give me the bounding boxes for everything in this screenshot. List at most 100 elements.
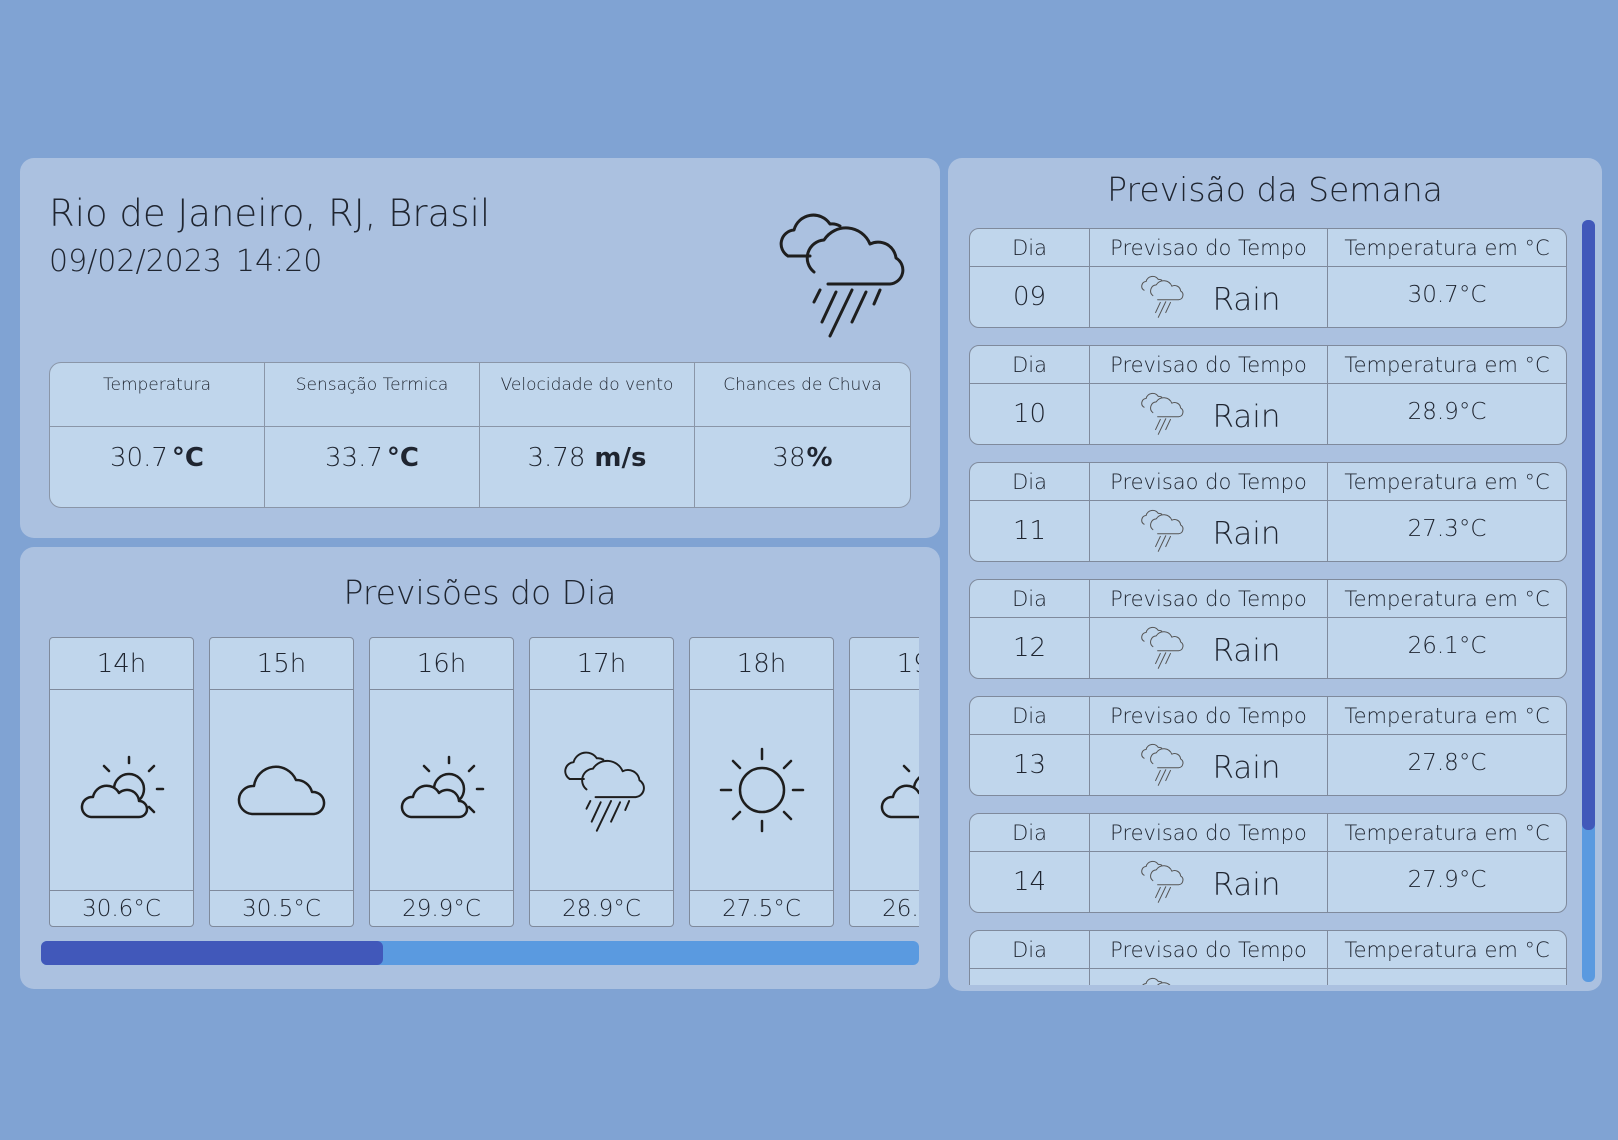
stat-label-wind-speed: Velocidade do vento: [480, 363, 695, 427]
day-temp: 27.3°C: [1407, 516, 1487, 542]
hour-temp: 26.1°C: [850, 890, 919, 926]
day-number: 15: [970, 969, 1090, 985]
day-row: Dia Previsao do Tempo Temperatura em °C 10 R…: [969, 345, 1567, 445]
col-header-temp: Temperatura em °C: [1328, 463, 1566, 501]
current-time: 14:20: [235, 244, 323, 279]
col-header-forecast: Previsao do Tempo: [1090, 931, 1328, 969]
day-condition: Rain: [1090, 384, 1328, 444]
stat-value-temperature: 30.7 °C: [50, 427, 265, 507]
col-header-forecast: Previsao do Tempo: [1090, 814, 1328, 852]
rain-icon: [1136, 625, 1186, 677]
col-header-temp: Temperatura em °C: [1328, 229, 1566, 267]
col-header-forecast: Previsao do Tempo: [1090, 346, 1328, 384]
rain-icon: [1136, 391, 1186, 443]
day-temp: 27.9°C: [1407, 867, 1487, 893]
hour-card: 18h 27.5°C: [689, 637, 834, 927]
current-weather-panel: Rio de Janeiro, RJ, Brasil 09/02/2023 14:…: [20, 158, 940, 538]
condition-label: Rain: [1212, 750, 1281, 786]
sun-icon: [690, 690, 833, 890]
col-header-temp: Temperatura em °C: [1328, 346, 1566, 384]
hour-time: 14h: [50, 638, 193, 690]
day-temp: 26.9°C: [1328, 969, 1566, 985]
day-row: Dia Previsao do Tempo Temperatura em °C 09 R…: [969, 228, 1567, 328]
day-number: 10: [970, 384, 1090, 444]
rain-icon: [1136, 742, 1186, 794]
day-row: Dia Previsao do Tempo Temperatura em °C 11 R…: [969, 462, 1567, 562]
condition-label: Rain: [1212, 867, 1281, 903]
col-header-forecast: Previsao do Tempo: [1090, 580, 1328, 618]
current-stats-table: Temperatura Sensação Termica Velocidade …: [49, 362, 911, 508]
stat-value-wind-speed: 3.78 m/s: [480, 427, 695, 507]
day-condition: Rain: [1090, 501, 1328, 561]
current-date: 09/02/2023: [49, 244, 222, 279]
col-header-day: Dia: [970, 931, 1090, 969]
cloud-icon: [210, 690, 353, 890]
condition-label: Rain: [1212, 282, 1281, 318]
condition-label: Rain: [1212, 399, 1281, 435]
hourly-scroll-area[interactable]: 14h 30.6°C 15h 30.5°C 16h 29.9°C 17h 28.9°C 18h 2…: [49, 637, 919, 929]
rain-icon: [1136, 508, 1186, 560]
col-header-day: Dia: [970, 463, 1090, 501]
condition-label: Rain: [1212, 984, 1280, 985]
hour-temp: 28.9°C: [530, 890, 673, 926]
day-number: 13: [970, 735, 1090, 795]
rain-icon: [1136, 859, 1186, 911]
stat-value-rain-chance: 38%: [772, 443, 833, 473]
day-number: 09: [970, 267, 1090, 327]
weekly-scrollbar[interactable]: [1582, 220, 1595, 982]
col-header-temp: Temperatura em °C: [1328, 814, 1566, 852]
condition-label: Rain: [1212, 633, 1281, 669]
partly-cloudy-icon: [370, 690, 513, 890]
col-header-day: Dia: [970, 580, 1090, 618]
stat-label-rain-chance: Chances de Chuva: [695, 363, 910, 427]
col-header-temp: Temperatura em °C: [1328, 931, 1566, 969]
hourly-scrollbar-thumb[interactable]: [41, 941, 384, 965]
day-number: 12: [970, 618, 1090, 678]
col-header-temp: Temperatura em °C: [1328, 580, 1566, 618]
col-header-day: Dia: [970, 697, 1090, 735]
weekly-scroll-area[interactable]: Dia Previsao do Tempo Temperatura em °C 09 R…: [969, 228, 1567, 985]
hourly-title: Previsões do Dia: [343, 573, 617, 612]
day-row: Dia Previsao do Tempo Temperatura em °C 12 R…: [969, 579, 1567, 679]
current-datetime: 09/02/2023 14:20: [49, 244, 322, 279]
hour-time: 19h: [850, 638, 919, 690]
hour-temp: 30.6°C: [50, 890, 193, 926]
col-header-forecast: Previsao do Tempo: [1090, 463, 1328, 501]
col-header-forecast: Previsao do Tempo: [1090, 229, 1328, 267]
day-temp: 28.9°C: [1407, 399, 1487, 425]
weekly-forecast-panel: Previsão da Semana Dia Previsao do Tempo T…: [948, 158, 1602, 991]
day-condition: Rain: [1090, 852, 1328, 912]
hour-card: 19h 26.1°C: [849, 637, 919, 927]
hour-card: 14h 30.6°C: [49, 637, 194, 927]
rain-icon: [1136, 274, 1186, 326]
day-row: Dia Previsao do Tempo Temperatura em °C 14 R…: [969, 813, 1567, 913]
partly-cloudy-icon: [850, 690, 919, 890]
day-row: Dia Previsao do Tempo Temperatura em °C 13 R…: [969, 696, 1567, 796]
col-header-forecast: Previsao do Tempo: [1090, 697, 1328, 735]
day-condition: Rain: [1090, 969, 1328, 985]
hourly-scrollbar[interactable]: [41, 941, 919, 965]
hour-temp: 30.5°C: [210, 890, 353, 926]
day-row: DiaPrevisao do TempoTemperatura em °C 15 R…: [969, 930, 1567, 985]
col-header-day: Dia: [970, 814, 1090, 852]
thunder-rain-icon: [768, 208, 908, 338]
col-header-day: Dia: [970, 229, 1090, 267]
day-condition: Rain: [1090, 618, 1328, 678]
day-condition: Rain: [1090, 735, 1328, 795]
stat-value-feels-like: 33.7 °C: [265, 427, 480, 507]
hour-time: 15h: [210, 638, 353, 690]
stat-label-temperature: Temperatura: [50, 363, 265, 427]
hour-card: 17h 28.9°C: [529, 637, 674, 927]
day-temp: 30.7°C: [1407, 282, 1487, 308]
col-header-day: Dia: [970, 346, 1090, 384]
stat-label-feels-like: Sensação Termica: [265, 363, 480, 427]
condition-label: Rain: [1212, 516, 1281, 552]
partly-cloudy-icon: [50, 690, 193, 890]
weekly-title: Previsão da Semana: [1107, 170, 1443, 209]
weekly-scrollbar-thumb[interactable]: [1582, 220, 1595, 830]
location-title: Rio de Janeiro, RJ, Brasil: [49, 192, 491, 235]
thunder-rain-icon: [530, 690, 673, 890]
hour-card: 15h 30.5°C: [209, 637, 354, 927]
hour-time: 18h: [690, 638, 833, 690]
hour-time: 17h: [530, 638, 673, 690]
